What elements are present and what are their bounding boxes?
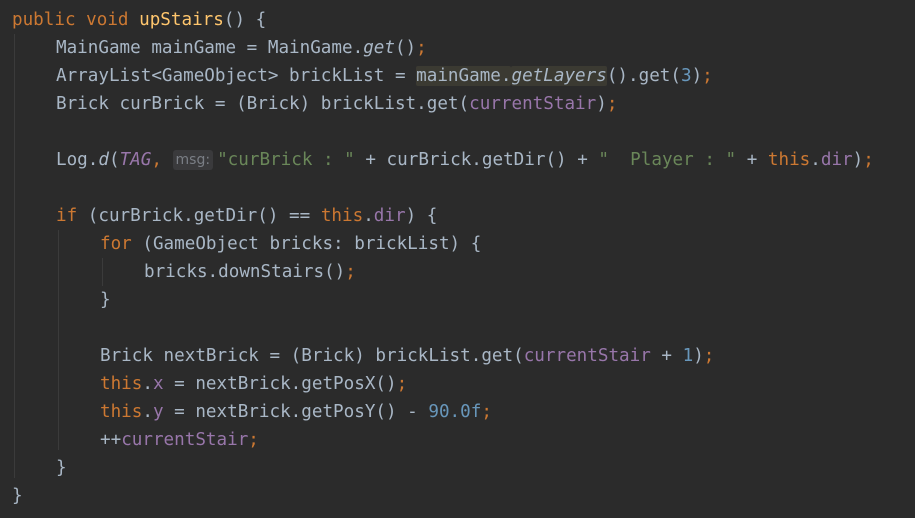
code-token: ; <box>396 374 408 394</box>
code-line[interactable]: ++currentStair; <box>100 426 259 454</box>
code-token: mainGame. <box>416 66 512 86</box>
code-line[interactable]: bricks.downStairs(); <box>144 258 356 286</box>
code-token: for <box>100 234 132 254</box>
code-token: ) <box>691 66 703 86</box>
code-token: 3 <box>680 66 692 86</box>
code-token: Brick curBrick = (Brick) brickList.get( <box>56 94 470 114</box>
code-line[interactable]: public void upStairs() { <box>12 6 266 34</box>
code-token: if <box>56 206 78 226</box>
code-token: ; <box>606 94 618 114</box>
code-token: (GameObject bricks: brickList) { <box>131 234 482 254</box>
code-token: MainGame mainGame = MainGame. <box>56 38 364 58</box>
code-token: get <box>363 38 395 58</box>
code-token: ArrayList<GameObject> brickList = <box>56 66 417 86</box>
code-token: ) <box>596 94 607 114</box>
code-token: currentStair <box>469 94 597 114</box>
code-token: () { <box>223 10 267 30</box>
code-token: ) <box>852 150 864 170</box>
code-token: ; <box>703 346 715 366</box>
code-token: . <box>810 150 821 170</box>
code-token: ().get( <box>606 66 681 86</box>
code-token: y <box>152 402 164 422</box>
code-line[interactable]: Brick nextBrick = (Brick) brickList.get(… <box>100 342 714 370</box>
code-token: } <box>56 458 67 478</box>
code-line[interactable]: } <box>56 454 67 482</box>
code-line[interactable]: } <box>12 482 23 510</box>
code-token: . <box>363 206 374 226</box>
code-token: x <box>152 374 164 394</box>
code-token: dir <box>373 206 406 226</box>
code-token: Brick nextBrick = (Brick) brickList.get( <box>100 346 524 366</box>
code-token: () <box>394 38 417 58</box>
code-line[interactable]: for (GameObject bricks: brickList) { <box>100 230 481 258</box>
code-token: ; <box>863 150 874 170</box>
code-token: currentStair <box>523 346 651 366</box>
code-token: ; <box>481 402 492 422</box>
code-line[interactable]: ArrayList<GameObject> brickList = mainGa… <box>56 62 713 90</box>
code-token: this <box>320 206 364 226</box>
code-token: , <box>151 150 173 170</box>
code-line[interactable]: Brick curBrick = (Brick) brickList.get(c… <box>56 90 617 118</box>
code-token: d <box>98 150 109 170</box>
code-token: = nextBrick.getPosY() - <box>163 402 429 422</box>
code-token: this <box>100 374 143 394</box>
code-editor[interactable]: public void upStairs() {MainGame mainGam… <box>0 0 915 518</box>
code-token: upStairs <box>139 10 224 30</box>
code-line[interactable]: MainGame mainGame = MainGame.get(); <box>56 34 427 62</box>
code-token: TAG <box>119 150 152 170</box>
code-token: ; <box>702 66 713 86</box>
code-token: ; <box>248 430 259 450</box>
code-token: } <box>12 486 23 506</box>
code-token: public <box>12 10 76 30</box>
code-token: ; <box>416 38 427 58</box>
code-token: " Player : " <box>598 150 737 170</box>
code-token: ++ <box>100 430 122 450</box>
code-token: (curBrick.getDir() == <box>77 206 321 226</box>
code-token: "curBrick : " <box>217 150 355 170</box>
code-token: ) { <box>405 206 438 226</box>
code-line[interactable]: Log.d(TAG, msg: "curBrick : " + curBrick.… <box>56 146 874 174</box>
code-token: 90.0f <box>428 402 482 422</box>
code-token: getLayers <box>511 66 607 86</box>
code-token: dir <box>820 150 853 170</box>
code-token: 1 <box>682 346 694 366</box>
code-token: ( <box>108 150 120 170</box>
code-token: + <box>650 346 683 366</box>
code-token: ) <box>693 346 704 366</box>
code-token: Log. <box>56 150 99 170</box>
code-line[interactable]: if (curBrick.getDir() == this.dir) { <box>56 202 437 230</box>
code-token: + <box>736 150 768 170</box>
code-line[interactable]: this.x = nextBrick.getPosX(); <box>100 370 407 398</box>
code-token: . <box>142 402 153 422</box>
code-token: currentStair <box>121 430 249 450</box>
indent-guide <box>58 230 59 450</box>
parameter-hint: msg: <box>172 150 214 170</box>
code-token: bricks.downStairs() <box>144 262 346 282</box>
code-token: } <box>100 290 111 310</box>
code-token: = nextBrick.getPosX() <box>163 374 397 394</box>
indent-guide <box>14 34 15 478</box>
code-token: this <box>100 402 143 422</box>
code-token: + curBrick.getDir() + <box>354 150 599 170</box>
code-token: this <box>767 150 811 170</box>
code-token: void <box>86 10 129 30</box>
code-token: ; <box>345 262 356 282</box>
code-line[interactable]: } <box>100 286 111 314</box>
code-token: . <box>142 374 153 394</box>
code-line[interactable]: this.y = nextBrick.getPosY() - 90.0f; <box>100 398 492 426</box>
indent-guide <box>102 258 103 286</box>
